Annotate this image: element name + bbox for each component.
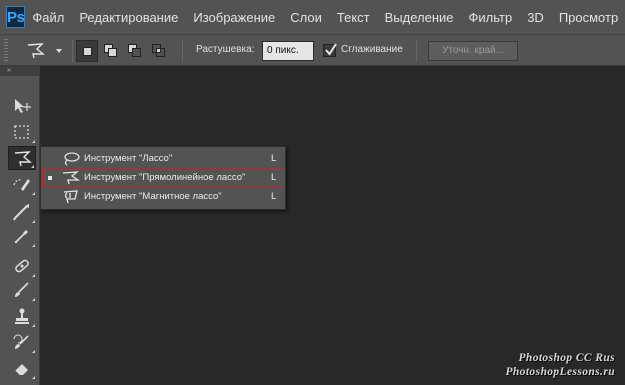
flyout-item-shortcut: L bbox=[271, 172, 277, 183]
menu-select[interactable]: Выделение bbox=[385, 10, 454, 25]
menu-bar: Ps Файл Редактирование Изображение Слои … bbox=[0, 0, 625, 34]
new-selection-button[interactable] bbox=[76, 40, 98, 62]
app-logo[interactable]: Ps bbox=[6, 6, 26, 28]
brush-tool[interactable] bbox=[8, 278, 36, 302]
rectangular-marquee-icon bbox=[14, 125, 29, 139]
menu-image[interactable]: Изображение bbox=[193, 10, 275, 25]
refine-edge-button[interactable]: Уточн. край... bbox=[428, 41, 518, 61]
healing-brush-tool[interactable] bbox=[8, 254, 36, 278]
lasso-tool[interactable] bbox=[8, 146, 36, 170]
menu-type[interactable]: Текст bbox=[337, 10, 370, 25]
chevron-down-icon bbox=[56, 49, 62, 53]
marquee-tool[interactable] bbox=[8, 120, 36, 144]
polygonal-lasso-icon bbox=[14, 151, 32, 167]
subtract-from-selection-button[interactable] bbox=[124, 40, 146, 62]
options-bar: Растушевка: 0 пикс. Сглаживание Уточн. к… bbox=[0, 34, 625, 66]
flyout-item-label: Инструмент "Лассо" bbox=[84, 153, 173, 164]
stamp-icon bbox=[15, 308, 29, 324]
feather-input[interactable]: 0 пикс. bbox=[262, 41, 314, 61]
flyout-item-magnetic-lasso[interactable]: Инструмент "Магнитное лассо" L bbox=[41, 187, 285, 207]
checkmark-icon bbox=[325, 43, 337, 56]
bandage-icon bbox=[15, 259, 29, 273]
menu-file[interactable]: Файл bbox=[32, 10, 64, 25]
divider bbox=[72, 40, 73, 62]
menu-layers[interactable]: Слои bbox=[290, 10, 322, 25]
menu-filter[interactable]: Фильтр bbox=[469, 10, 513, 25]
clone-stamp-tool[interactable] bbox=[8, 304, 36, 328]
magnetic-lasso-icon bbox=[63, 190, 78, 204]
intersect-selection-button[interactable] bbox=[148, 40, 170, 62]
brush-icon bbox=[15, 282, 29, 297]
new-selection-icon bbox=[83, 47, 92, 56]
move-icon bbox=[15, 99, 31, 113]
polygonal-lasso-icon bbox=[62, 171, 81, 185]
flyout-item-shortcut: L bbox=[271, 153, 277, 164]
history-brush-tool[interactable] bbox=[8, 330, 36, 354]
move-tool[interactable] bbox=[8, 94, 36, 118]
eyedropper-icon bbox=[14, 230, 28, 244]
tool-preset-picker[interactable] bbox=[22, 41, 66, 61]
collapse-panel-icon[interactable]: » bbox=[0, 66, 40, 76]
watermark-site: PhotoshopLessons.ru bbox=[505, 366, 615, 378]
crop-tool[interactable] bbox=[8, 200, 36, 224]
current-tool-bullet bbox=[48, 176, 52, 180]
flyout-item-label: Инструмент "Прямолинейное лассо" bbox=[84, 172, 246, 183]
lasso-tool-flyout: Инструмент "Лассо" L Инструмент "Прямоли… bbox=[40, 146, 286, 210]
flyout-item-shortcut: L bbox=[271, 191, 277, 202]
eraser-icon bbox=[14, 364, 28, 376]
divider bbox=[182, 40, 183, 62]
history-brush-icon bbox=[13, 334, 29, 349]
eyedropper-tool[interactable] bbox=[8, 224, 36, 248]
options-bar-grip[interactable] bbox=[4, 39, 8, 63]
menu-edit[interactable]: Редактирование bbox=[79, 10, 178, 25]
watermark-title: Photoshop CC Rus bbox=[518, 352, 615, 364]
tools-panel: » bbox=[0, 66, 40, 385]
divider bbox=[416, 40, 417, 62]
flyout-item-label: Инструмент "Магнитное лассо" bbox=[84, 191, 222, 202]
flyout-item-lasso[interactable]: Инструмент "Лассо" L bbox=[41, 149, 285, 169]
menu-3d[interactable]: 3D bbox=[527, 10, 544, 25]
add-to-selection-button[interactable] bbox=[100, 40, 122, 62]
eraser-tool[interactable] bbox=[8, 356, 36, 380]
menu-view[interactable]: Просмотр bbox=[559, 10, 618, 25]
flyout-item-polygonal-lasso[interactable]: Инструмент "Прямолинейное лассо" L bbox=[41, 168, 285, 188]
crop-icon bbox=[13, 204, 29, 221]
feather-label: Растушевка: bbox=[196, 44, 255, 55]
quick-selection-icon bbox=[13, 179, 30, 191]
antialias-checkbox[interactable] bbox=[323, 43, 337, 57]
quick-selection-tool[interactable] bbox=[8, 172, 36, 196]
antialias-label: Сглаживание bbox=[341, 44, 403, 55]
polygonal-lasso-icon bbox=[27, 43, 45, 59]
lasso-icon bbox=[64, 152, 80, 166]
